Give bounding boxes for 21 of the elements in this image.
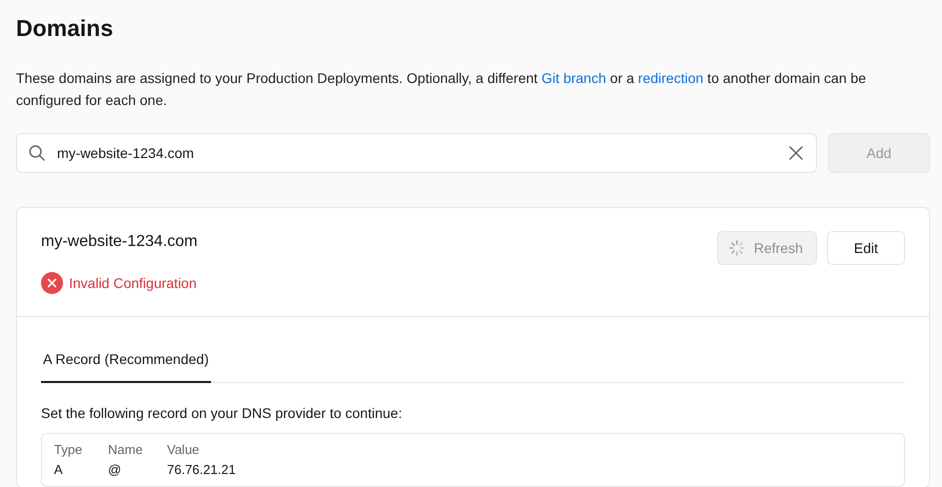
page-title: Domains	[16, 14, 114, 42]
edit-button[interactable]: Edit	[826, 231, 905, 265]
error-icon	[41, 272, 63, 294]
search-icon	[28, 144, 46, 162]
description-text: These domains are assigned to your Production Deployments. Optionally, a different Git branch or a redirection to another domain can be configured for each one.	[16, 69, 868, 110]
text-link[interactable]: Git branch	[542, 70, 606, 86]
table-cell-text: A	[54, 461, 64, 479]
search-field[interactable]: my-website-1234.com	[16, 133, 817, 173]
tab[interactable]: A Record (Recommended)	[41, 341, 211, 383]
text-link[interactable]: redirection	[638, 70, 704, 86]
refresh-button[interactable]: Refresh	[716, 231, 817, 265]
table-cell-text: @	[108, 461, 122, 479]
domain-name: my-website-1234.com	[41, 232, 198, 252]
instruction-text: Set the following record on your DNS provider to continue:	[41, 405, 404, 421]
spinner-icon	[728, 239, 746, 257]
table-cell-text: 76.76.21.21	[167, 461, 236, 479]
column-header: Name	[108, 441, 144, 459]
status-text: Invalid Configuration	[69, 275, 197, 291]
clear-icon[interactable]	[789, 146, 803, 160]
column-header: Type	[54, 441, 84, 459]
column-header: Value	[167, 441, 200, 459]
